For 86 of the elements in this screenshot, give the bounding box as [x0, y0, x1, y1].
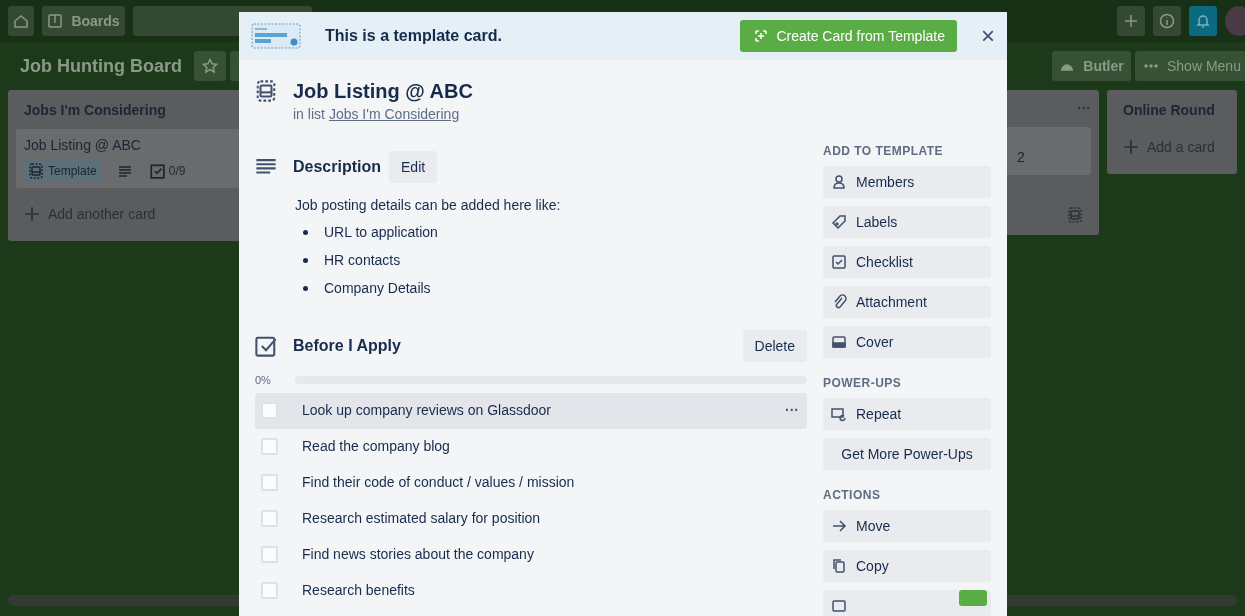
board-title: Job Hunting Board: [19, 54, 183, 78]
checklist-row[interactable]: Research benefits: [255, 572, 807, 609]
bullet-icon: [303, 229, 308, 235]
sidebar-button[interactable]: Checklist: [823, 246, 991, 278]
board-icon: [47, 13, 64, 29]
person-icon: [831, 174, 847, 190]
sidebar-button[interactable]: Attachment: [823, 286, 991, 318]
checkbox[interactable]: [261, 510, 278, 527]
sidebar-button[interactable]: Cover: [823, 326, 991, 358]
star-icon: [202, 58, 218, 74]
notifications-button[interactable]: [1189, 6, 1217, 36]
checklist-item-text[interactable]: Read the company blog: [302, 436, 799, 457]
add-card-icon: [752, 28, 769, 44]
close-button[interactable]: ×: [973, 24, 995, 48]
checklist-item-text[interactable]: Find their code of conduct / values / mission: [302, 472, 799, 493]
checklist-item-text[interactable]: Look up company reviews on Glassdoor: [302, 400, 785, 421]
edit-button[interactable]: Edit: [389, 151, 438, 183]
copy-icon: [831, 558, 847, 574]
checkbox[interactable]: [261, 438, 278, 455]
bullet-icon: [303, 285, 308, 291]
sidebar-button[interactable]: Get More Power-Ups: [823, 438, 991, 470]
plus-icon: [1123, 139, 1139, 156]
checkbox[interactable]: [261, 402, 278, 419]
bullet-icon: [303, 257, 308, 263]
sidebar-heading: ACTIONS: [823, 487, 882, 504]
checkbox-icon: [831, 254, 847, 270]
bullet-item: HR contacts: [324, 251, 401, 270]
checklist-row[interactable]: Research estimated salary for position: [255, 500, 807, 537]
checkbox[interactable]: [261, 546, 278, 563]
template-card-drawing: [251, 23, 301, 49]
template-icon: [1067, 207, 1083, 223]
star-button[interactable]: [194, 51, 226, 81]
checkbox-icon: [148, 162, 165, 179]
sidebar-button[interactable]: Move: [823, 510, 991, 542]
in-list-label: in list: [293, 105, 325, 124]
cover-icon: [831, 334, 847, 350]
sidebar-button[interactable]: Copy: [823, 550, 991, 582]
checklist-row[interactable]: Look up company reviews on Glassdoor ···: [255, 392, 807, 429]
plus-icon: [1123, 13, 1139, 29]
template-icon: [255, 80, 277, 102]
sidebar-button[interactable]: [823, 590, 991, 616]
arrow-icon: [831, 518, 847, 534]
checklist-item-text[interactable]: Research estimated salary for position: [302, 508, 799, 529]
plus-icon: [24, 206, 40, 223]
list-title: Online Round: [1123, 102, 1216, 119]
checklist-count: 0/9: [168, 162, 186, 180]
banner-text: This is a template card.: [325, 26, 503, 46]
sidebar-button[interactable]: Labels: [823, 206, 991, 238]
home-icon: [13, 13, 29, 29]
bullet-item: URL to application: [324, 223, 438, 242]
checklist-row[interactable]: Find their code of conduct / values / mission: [255, 464, 807, 501]
progress-percent: 0%: [255, 373, 272, 388]
card-icon: [831, 598, 847, 614]
card-title: Job Listing @ ABC: [24, 135, 142, 155]
section-heading: Description: [293, 157, 381, 177]
sidebar-heading: ADD TO TEMPLATE: [823, 143, 945, 160]
sidebar-button[interactable]: Repeat: [823, 398, 991, 430]
sidebar-heading: POWER-UPS: [823, 375, 903, 392]
card-text: 2: [1017, 149, 1025, 165]
checkbox[interactable]: [261, 474, 278, 491]
section-heading: Before I Apply: [293, 336, 402, 356]
item-menu-button[interactable]: ···: [785, 400, 799, 421]
bell-icon: [1195, 13, 1211, 29]
info-button[interactable]: [1153, 6, 1181, 36]
list-title: Jobs I'm Considering: [24, 102, 167, 119]
delete-button[interactable]: Delete: [742, 330, 807, 362]
bullet-item: Company Details: [324, 279, 431, 298]
paperclip-icon: [831, 294, 847, 310]
template-icon: [28, 162, 44, 179]
avatar[interactable]: [1225, 6, 1245, 36]
list-link[interactable]: Jobs I'm Considering: [328, 104, 460, 125]
checklist-icon: [255, 335, 277, 357]
checklist-item-text[interactable]: Find news stories about the company: [302, 544, 799, 565]
checklist-row[interactable]: Find news stories about the company: [255, 536, 807, 573]
repeat-icon: [831, 406, 847, 422]
info-icon: [1159, 13, 1175, 29]
home-button[interactable]: [8, 6, 34, 36]
sidebar-button[interactable]: Members: [823, 166, 991, 198]
card-title: Job Listing @ ABC: [293, 79, 473, 104]
checklist-item-text[interactable]: Research benefits: [302, 580, 799, 601]
template-label: Template: [48, 162, 97, 180]
add-button[interactable]: [1117, 6, 1145, 36]
checklist-row[interactable]: Read the company blog: [255, 428, 807, 465]
tag-icon: [831, 214, 847, 230]
description-text: Job posting details can be added here like:: [295, 196, 562, 215]
checkbox[interactable]: [261, 582, 278, 599]
